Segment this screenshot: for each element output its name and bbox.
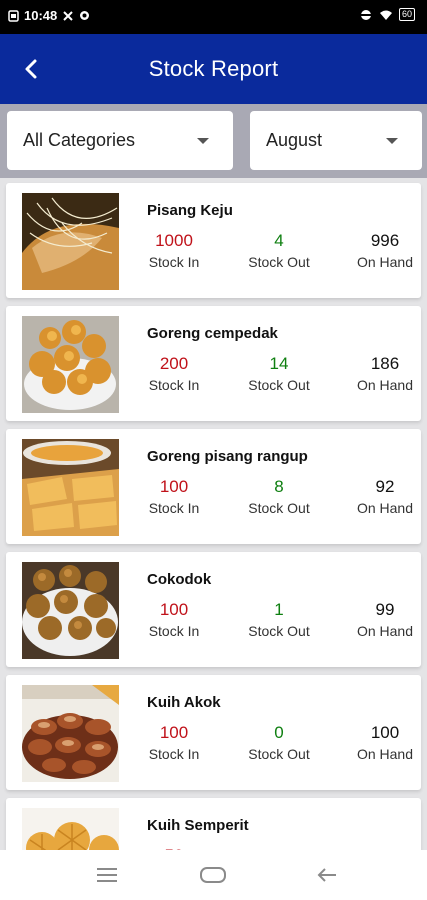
stock-out-stat: 4 Stock Out: [242, 230, 316, 272]
system-back-button[interactable]: [312, 862, 342, 888]
stock-in-stat: 100 Stock In: [142, 722, 206, 764]
data-saver-icon: [359, 9, 373, 21]
item-photo: [22, 316, 119, 413]
stock-item-card[interactable]: Cokodok 100 Stock In 1 Stock Out 99 On H…: [6, 552, 421, 667]
stock-in-label: Stock In: [148, 254, 200, 270]
on-hand-value: 92: [375, 477, 395, 496]
arrow-left-icon: [317, 868, 336, 882]
system-nav-bar: [0, 850, 427, 900]
filter-bar: All Categories August: [0, 104, 427, 178]
stock-item-card[interactable]: Kuih Akok 100 Stock In 0 Stock Out 100 O…: [6, 675, 421, 790]
stock-in-label: Stock In: [148, 377, 200, 393]
stock-out-value: 1: [274, 600, 284, 619]
category-dropdown-value: All Categories: [23, 130, 136, 150]
stock-out-label: Stock Out: [248, 377, 310, 393]
item-photo: [22, 685, 119, 782]
stock-out-label: Stock Out: [248, 746, 310, 762]
on-hand-label: On Hand: [356, 500, 414, 516]
on-hand-stat: 99 On Hand: [352, 599, 418, 641]
on-hand-stat: 996 On Hand: [352, 230, 418, 272]
stock-list[interactable]: Pisang Keju 1000 Stock In 4 Stock Out 99…: [0, 178, 427, 850]
status-bar: 10:48 60: [0, 0, 427, 34]
stock-item-card[interactable]: Goreng cempedak 200 Stock In 14 Stock Ou…: [6, 306, 421, 421]
tools-icon: [62, 10, 74, 22]
item-name: Pisang Keju: [147, 202, 233, 219]
stock-out-stat: 8 Stock Out: [242, 476, 316, 518]
stock-in-value: 100: [159, 600, 189, 619]
stock-in-value: 1000: [155, 231, 193, 250]
dropdown-arrow-icon: [197, 137, 209, 144]
month-dropdown[interactable]: August: [250, 111, 422, 170]
stock-out-label: Stock Out: [248, 500, 310, 516]
on-hand-label: On Hand: [356, 377, 414, 393]
item-photo: [22, 808, 119, 850]
home-icon: [200, 867, 226, 883]
status-right: 60: [359, 8, 415, 21]
stock-out-stat: 14 Stock Out: [242, 353, 316, 395]
item-name: Kuih Akok: [147, 694, 221, 711]
stock-in-label: Stock In: [148, 623, 200, 639]
stock-item-card[interactable]: Pisang Keju 1000 Stock In 4 Stock Out 99…: [6, 183, 421, 298]
on-hand-label: On Hand: [356, 746, 414, 762]
stock-out-value: 14: [269, 354, 289, 373]
status-left: 10:48: [8, 8, 90, 23]
on-hand-value: 186: [370, 354, 400, 373]
stock-in-value: 200: [159, 354, 189, 373]
stock-in-value: 100: [159, 723, 189, 742]
wifi-icon: [379, 9, 393, 21]
vpn-icon: [79, 10, 90, 21]
stock-out-value: 0: [274, 723, 284, 742]
stock-in-stat: 200 Stock In: [142, 353, 206, 395]
stock-out-stat: 1 Stock Out: [242, 599, 316, 641]
battery-indicator: 60: [398, 8, 415, 21]
on-hand-stat: 92 On Hand: [352, 476, 418, 518]
stock-out-stat: 0 Stock Out: [242, 722, 316, 764]
home-button[interactable]: [198, 862, 228, 888]
item-name: Cokodok: [147, 571, 212, 588]
stock-in-stat: 100 Stock In: [142, 476, 206, 518]
stock-out-value: 8: [274, 477, 284, 496]
on-hand-stat: 186 On Hand: [352, 353, 418, 395]
stock-item-card[interactable]: Kuih Semperit 50 Stock In Stock Out On H…: [6, 798, 421, 850]
screenshot-icon: [8, 9, 19, 22]
item-photo: [22, 562, 119, 659]
dropdown-arrow-icon: [386, 137, 398, 144]
stock-out-value: 4: [274, 231, 284, 250]
month-dropdown-value: August: [266, 130, 323, 150]
recent-apps-button[interactable]: [92, 862, 122, 888]
on-hand-label: On Hand: [356, 623, 414, 639]
category-dropdown[interactable]: All Categories: [7, 111, 233, 170]
stock-in-value: 100: [159, 477, 189, 496]
item-name: Goreng pisang rangup: [147, 448, 308, 465]
stock-in-stat: 1000 Stock In: [142, 230, 206, 272]
on-hand-value: 100: [370, 723, 400, 742]
on-hand-label: On Hand: [356, 254, 414, 270]
app-bar: Stock Report: [0, 34, 427, 104]
item-name: Goreng cempedak: [147, 325, 278, 342]
stock-in-stat: 100 Stock In: [142, 599, 206, 641]
stock-item-card[interactable]: Goreng pisang rangup 100 Stock In 8 Stoc…: [6, 429, 421, 544]
stock-out-label: Stock Out: [248, 623, 310, 639]
item-photo: [22, 193, 119, 290]
stock-out-label: Stock Out: [248, 254, 310, 270]
on-hand-value: 996: [370, 231, 400, 250]
item-name: Kuih Semperit: [147, 817, 249, 834]
status-time: 10:48: [24, 8, 58, 23]
on-hand-stat: 100 On Hand: [352, 722, 418, 764]
stock-in-label: Stock In: [148, 746, 200, 762]
item-photo: [22, 439, 119, 536]
menu-icon: [97, 868, 117, 882]
stock-in-label: Stock In: [148, 500, 200, 516]
page-title: Stock Report: [148, 56, 279, 81]
on-hand-value: 99: [375, 600, 395, 619]
